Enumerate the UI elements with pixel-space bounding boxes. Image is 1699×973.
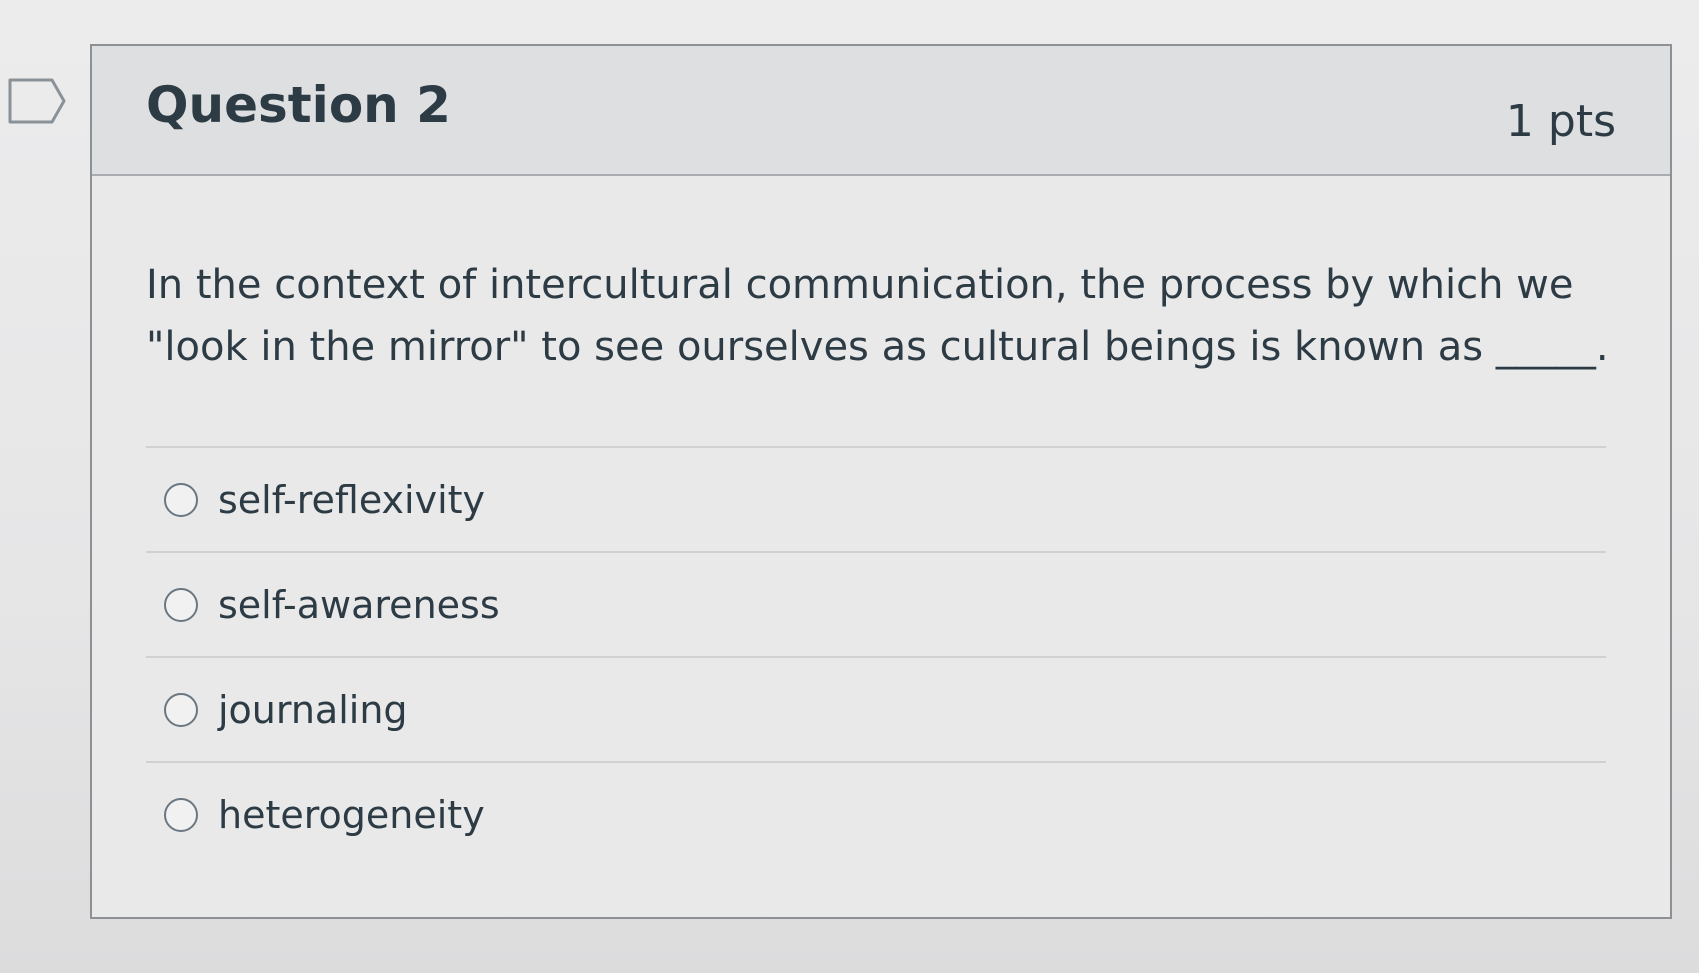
radio-button[interactable] [164, 692, 198, 727]
radio-button[interactable] [164, 587, 198, 622]
answer-option[interactable]: self-awareness [146, 553, 1606, 656]
answer-option[interactable]: self-reflexivity [146, 448, 1606, 551]
answer-label[interactable]: self-awareness [218, 583, 500, 627]
radio-button[interactable] [164, 797, 198, 832]
question-header: Question 2 1 pts [92, 46, 1670, 176]
question-card: Question 2 1 pts In the context of inter… [90, 44, 1672, 919]
answer-label[interactable]: heterogeneity [218, 793, 485, 837]
answer-list: self-reflexivity self-awareness journali… [146, 446, 1606, 866]
flag-icon[interactable] [8, 78, 66, 124]
answer-label[interactable]: self-reflexivity [218, 478, 485, 522]
question-text: In the context of intercultural communic… [146, 262, 1609, 370]
answer-option[interactable]: journaling [146, 658, 1606, 761]
radio-button[interactable] [164, 482, 198, 517]
answer-option[interactable]: heterogeneity [146, 763, 1606, 866]
answer-label[interactable]: journaling [218, 688, 408, 732]
quiz-page: Question 2 1 pts In the context of inter… [0, 0, 1699, 973]
question-points: 1 pts [1505, 96, 1616, 147]
question-title: Question 2 [146, 76, 451, 134]
